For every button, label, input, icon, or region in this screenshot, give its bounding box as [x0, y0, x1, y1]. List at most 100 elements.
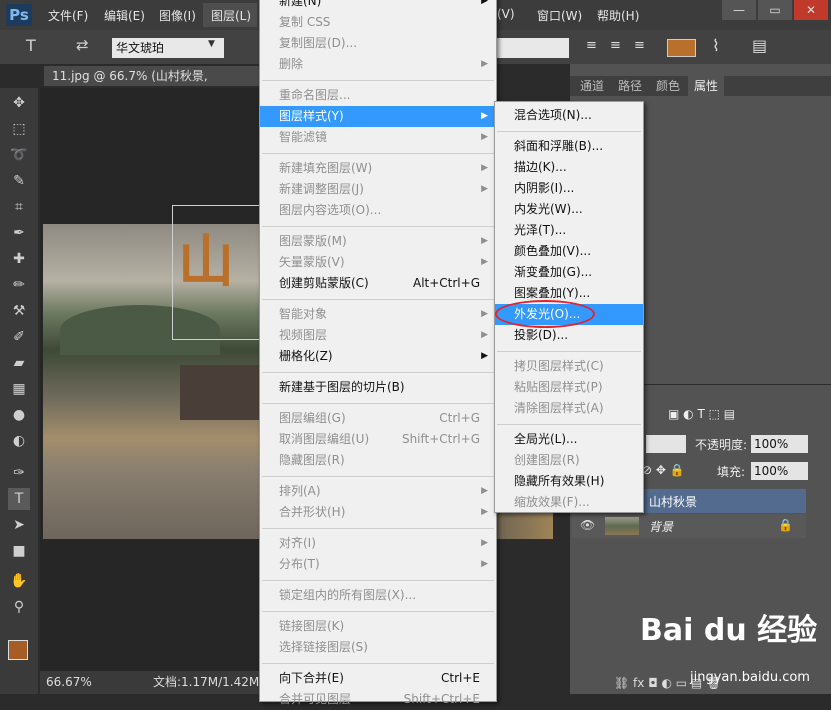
opacity-input[interactable]: 100%	[751, 435, 808, 453]
align-right-icon[interactable]: ≡	[634, 38, 645, 53]
menu-item[interactable]: 向下合并(E) Ctrl+E	[260, 668, 496, 689]
menu-item[interactable]: 对齐(I) ▶	[260, 533, 496, 554]
menu-item[interactable]: 新建填充图层(W) ▶	[260, 158, 496, 179]
menu-edit[interactable]: 编辑(E)	[104, 7, 145, 24]
menu-item[interactable]: 合并形状(H) ▶	[260, 502, 496, 523]
align-center-icon[interactable]: ≡	[610, 38, 621, 53]
dodge-tool-icon[interactable]: ◐	[8, 430, 30, 452]
menu-item[interactable]: 图层蒙版(M) ▶	[260, 231, 496, 252]
text-color-swatch[interactable]	[667, 39, 696, 57]
menu-item[interactable]: 矢量蒙版(V) ▶	[260, 252, 496, 273]
menu-item[interactable]: 新建基于图层的切片(B)	[260, 377, 496, 398]
menu-item-label: 选择链接图层(S)	[279, 640, 368, 654]
foreground-color-swatch[interactable]	[8, 640, 28, 660]
hand-tool-icon[interactable]: ✋	[8, 570, 30, 592]
layer-row[interactable]: 👁 背景 🔒	[572, 514, 806, 538]
menu-item[interactable]: 内发光(W)...	[495, 199, 643, 220]
close-button[interactable]: ✕	[794, 0, 828, 20]
menu-item[interactable]: 图层内容选项(O)...	[260, 200, 496, 221]
menu-item[interactable]: 混合选项(N)...	[495, 105, 643, 126]
lasso-tool-icon[interactable]: ➰	[8, 144, 30, 166]
gradient-tool-icon[interactable]: ▦	[8, 378, 30, 400]
minimize-button[interactable]: —	[722, 0, 756, 20]
menu-item[interactable]: 图层样式(Y) ▶	[260, 106, 496, 127]
menu-item[interactable]: 图层编组(G) Ctrl+G	[260, 408, 496, 429]
eye-icon[interactable]: 👁	[580, 518, 595, 532]
menu-item[interactable]: 智能对象 ▶	[260, 304, 496, 325]
aa-method-select[interactable]	[497, 38, 569, 58]
history-brush-icon[interactable]: ✐	[8, 326, 30, 348]
menu-item[interactable]: 斜面和浮雕(B)...	[495, 136, 643, 157]
crop-tool-icon[interactable]: ⌗	[8, 196, 30, 218]
menu-item[interactable]: 选择链接图层(S)	[260, 637, 496, 658]
menu-file[interactable]: 文件(F)	[48, 7, 88, 24]
menu-item[interactable]: 新建(N) ▶	[260, 0, 496, 12]
menu-item-label: 合并形状(H)	[279, 505, 346, 519]
menu-item[interactable]: 粘贴图层样式(P)	[495, 377, 643, 398]
stamp-tool-icon[interactable]: ⚒	[8, 300, 30, 322]
menu-item[interactable]: 颜色叠加(V)...	[495, 241, 643, 262]
menu-item[interactable]: 全局光(L)...	[495, 429, 643, 450]
menu-item[interactable]: 缩放效果(F)...	[495, 492, 643, 513]
menu-image[interactable]: 图像(I)	[159, 7, 196, 24]
menu-item[interactable]: 拷贝图层样式(C)	[495, 356, 643, 377]
menu-item[interactable]: 复制 CSS	[260, 12, 496, 33]
marquee-tool-icon[interactable]: ⬚	[8, 118, 30, 140]
shape-tool-icon[interactable]: ■	[8, 540, 30, 562]
restore-button[interactable]: ▭	[758, 0, 792, 20]
status-bar: 66.67% 文档:1.17M/1.42M	[40, 671, 260, 694]
type-tool-icon[interactable]: T	[8, 488, 30, 510]
menu-item[interactable]: 排列(A) ▶	[260, 481, 496, 502]
menu-item[interactable]: 隐藏所有效果(H)	[495, 471, 643, 492]
eyedropper-tool-icon[interactable]: ✒	[8, 222, 30, 244]
text-orientation-icon[interactable]: ⇄	[76, 36, 89, 54]
move-tool-icon[interactable]: ✥	[8, 92, 30, 114]
quick-select-tool-icon[interactable]: ✎	[8, 170, 30, 192]
character-panel-icon[interactable]: ▤	[752, 36, 767, 55]
menu-item[interactable]: 内阴影(I)...	[495, 178, 643, 199]
menu-item[interactable]: 锁定组内的所有图层(X)...	[260, 585, 496, 606]
menu-item[interactable]: 光泽(T)...	[495, 220, 643, 241]
menu-view[interactable]: (V)	[497, 7, 515, 21]
menu-item[interactable]: 新建调整图层(J) ▶	[260, 179, 496, 200]
brush-tool-icon[interactable]: ✏	[8, 274, 30, 296]
menu-item[interactable]: 创建图层(R)	[495, 450, 643, 471]
zoom-level[interactable]: 66.67%	[46, 671, 92, 694]
pen-tool-icon[interactable]: ✑	[8, 462, 30, 484]
warp-text-icon[interactable]: ⌇	[712, 36, 720, 55]
menu-item[interactable]: 智能滤镜 ▶	[260, 127, 496, 148]
menu-item[interactable]: 复制图层(D)...	[260, 33, 496, 54]
menu-item[interactable]: 隐藏图层(R)	[260, 450, 496, 471]
tab-paths[interactable]: 路径	[612, 76, 648, 96]
menu-item[interactable]: 链接图层(K)	[260, 616, 496, 637]
menu-item[interactable]: 删除 ▶	[260, 54, 496, 75]
tab-color[interactable]: 颜色	[650, 76, 686, 96]
menu-item[interactable]: 取消图层编组(U) Shift+Ctrl+G	[260, 429, 496, 450]
fill-input[interactable]: 100%	[751, 462, 808, 480]
menu-item[interactable]: 分布(T) ▶	[260, 554, 496, 575]
align-left-icon[interactable]: ≡	[586, 38, 597, 53]
menu-item[interactable]: 投影(D)...	[495, 325, 643, 346]
menu-layer[interactable]: 图层(L)	[211, 7, 251, 24]
zoom-tool-icon[interactable]: ⚲	[8, 596, 30, 618]
tab-channels[interactable]: 通道	[574, 76, 610, 96]
healing-tool-icon[interactable]: ✚	[8, 248, 30, 270]
menu-item[interactable]: 描边(K)...	[495, 157, 643, 178]
menu-item[interactable]: 合并可见图层 Shift+Ctrl+E	[260, 689, 496, 710]
eraser-tool-icon[interactable]: ▰	[8, 352, 30, 374]
menu-item[interactable]: 栅格化(Z) ▶	[260, 346, 496, 367]
document-tab[interactable]: 11.jpg @ 66.7% (山村秋景, RGB/8#) *	[44, 66, 260, 103]
menu-window[interactable]: 窗口(W)	[537, 7, 582, 24]
filter-icons[interactable]: ▣ ◐ T ⬚ ▤	[668, 407, 735, 421]
lock-icons[interactable]: ⊘ ✥ 🔒	[642, 463, 685, 477]
menu-item[interactable]: 创建剪贴蒙版(C) Alt+Ctrl+G	[260, 273, 496, 294]
menu-item[interactable]: 视频图层 ▶	[260, 325, 496, 346]
menu-item[interactable]: 重命名图层...	[260, 85, 496, 106]
tab-properties[interactable]: 属性	[688, 76, 724, 96]
blend-mode-select[interactable]	[646, 435, 686, 453]
menu-item[interactable]: 清除图层样式(A)	[495, 398, 643, 419]
menu-help[interactable]: 帮助(H)	[597, 7, 639, 24]
blur-tool-icon[interactable]: ●	[8, 404, 30, 426]
path-select-icon[interactable]: ➤	[8, 514, 30, 536]
menu-item[interactable]: 渐变叠加(G)...	[495, 262, 643, 283]
